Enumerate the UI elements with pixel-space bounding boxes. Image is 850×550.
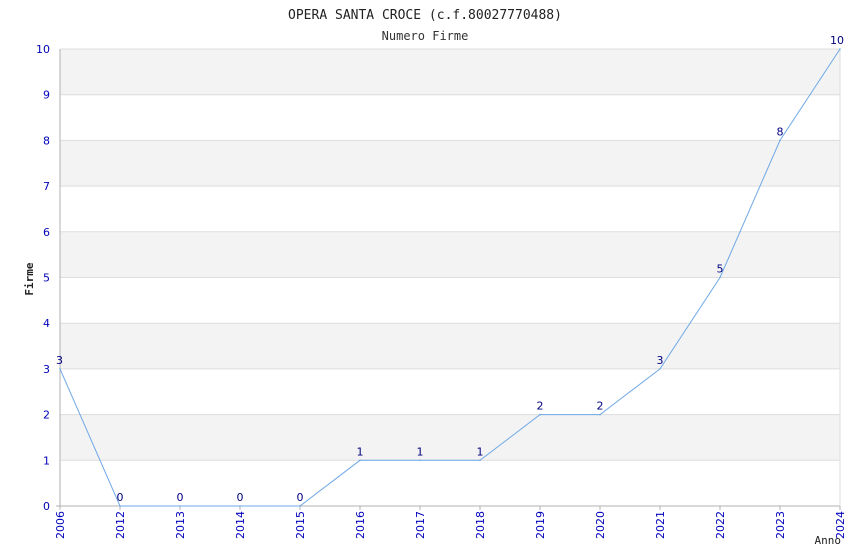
data-label: 1 — [357, 445, 364, 458]
x-tick-label: 2015 — [294, 511, 307, 539]
y-tick-label: 9 — [43, 89, 50, 102]
x-tick-label: 2020 — [594, 511, 607, 539]
data-point — [659, 368, 661, 370]
line-chart: 012345678910 2006 2012 2013 2014 2015 2016 201… — [23, 8, 847, 547]
data-label: 0 — [117, 491, 124, 504]
x-tick-label: 2017 — [414, 511, 427, 539]
data-label: 3 — [56, 354, 63, 367]
data-label: 0 — [297, 491, 304, 504]
x-tick-label: 2006 — [54, 511, 67, 539]
data-point — [719, 276, 721, 279]
data-point — [839, 48, 841, 50]
chart-title: OPERA SANTA CROCE (c.f.80027770488) — [288, 8, 562, 23]
data-label: 5 — [717, 263, 724, 276]
data-point — [419, 459, 421, 462]
y-tick-label: 3 — [43, 363, 50, 376]
data-label: 1 — [477, 445, 484, 458]
data-label: 2 — [597, 400, 604, 413]
data-point — [59, 368, 61, 370]
data-point — [299, 505, 301, 507]
x-tick-label: 2019 — [534, 511, 547, 539]
data-label: 8 — [777, 125, 784, 138]
y-tick-label: 10 — [36, 43, 50, 56]
data-point — [599, 413, 601, 416]
y-tick-label: 4 — [43, 317, 50, 330]
y-tick-labels: 0 1 2 3 4 5 6 7 8 9 10 — [36, 43, 50, 513]
y-tick-label: 5 — [43, 272, 50, 285]
y-tick-label: 1 — [43, 454, 50, 467]
data-point — [119, 505, 121, 507]
x-tick-label: 2014 — [234, 511, 247, 539]
y-axis-label: Firme — [23, 262, 36, 295]
x-tick-label: 2023 — [774, 511, 787, 539]
y-tick-label: 6 — [43, 226, 50, 239]
x-tick-label: 2022 — [714, 511, 727, 539]
data-point — [239, 505, 241, 507]
data-label: 3 — [657, 354, 664, 367]
data-point — [779, 139, 781, 142]
plot-bands — [60, 49, 840, 461]
x-axis-label: Anno — [815, 534, 842, 547]
plot-band — [60, 49, 840, 95]
x-tick-label: 2021 — [654, 511, 667, 539]
x-tick-label: 2016 — [354, 511, 367, 539]
data-label: 1 — [417, 445, 424, 458]
y-tick-label: 7 — [43, 180, 50, 193]
plot-band — [60, 140, 840, 187]
y-tick-label: 0 — [43, 500, 50, 513]
x-tick-label: 2018 — [474, 511, 487, 539]
y-tick-label: 2 — [43, 409, 50, 422]
data-label: 0 — [177, 491, 184, 504]
data-point — [479, 459, 481, 462]
data-label: 0 — [237, 491, 244, 504]
data-point — [359, 459, 361, 462]
data-label: 2 — [537, 400, 544, 413]
x-tick-label: 2013 — [174, 511, 187, 539]
x-tick-label: 2012 — [114, 511, 127, 539]
data-label: 10 — [830, 34, 844, 47]
y-tick-label: 8 — [43, 134, 50, 147]
data-point — [179, 505, 181, 507]
data-point — [539, 413, 541, 416]
x-tick-labels: 2006 2012 2013 2014 2015 2016 2017 2018 2019 2020… — [54, 511, 847, 539]
chart-subtitle: Numero Firme — [382, 29, 469, 43]
plot-band — [60, 414, 840, 461]
plot-band — [60, 323, 840, 369]
